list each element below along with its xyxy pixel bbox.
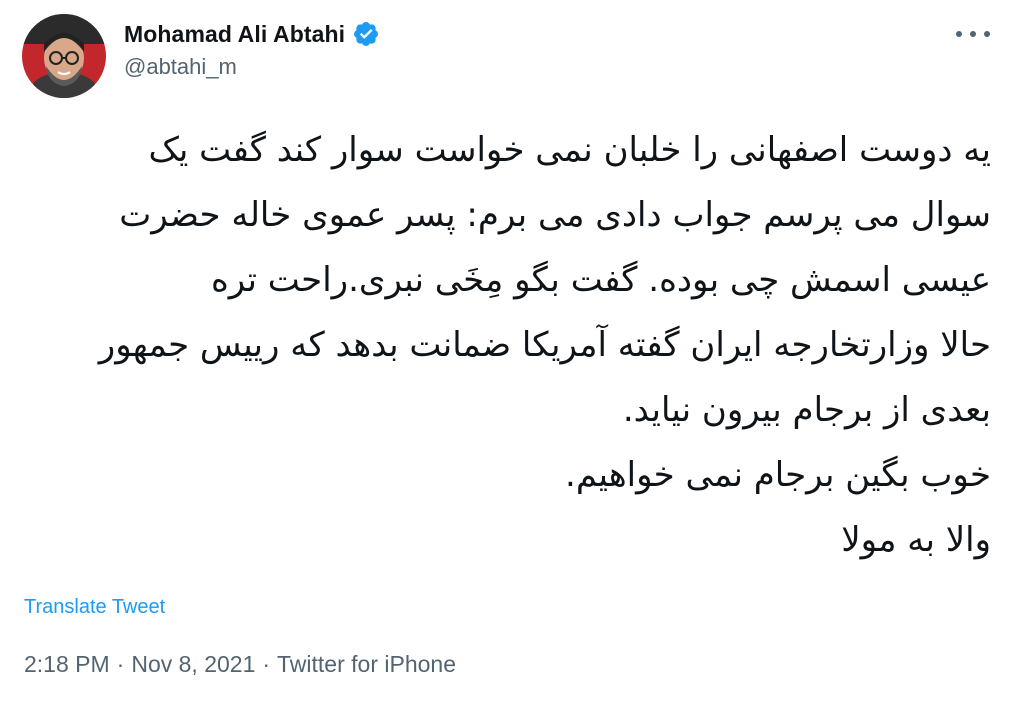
tweet-time[interactable]: 2:18 PM: [24, 651, 110, 677]
translate-tweet-link[interactable]: Translate Tweet: [24, 596, 165, 619]
tweet-line: سوال می پرسم جواب دادی می برم: پسر عموی …: [119, 195, 991, 235]
more-options-icon[interactable]: [956, 23, 990, 45]
dot: [970, 31, 976, 37]
tweet-text: یه دوست اصفهانی را خلبان نمی خواست سوار …: [16, 118, 991, 573]
tweet-line: والا به مولا: [841, 520, 991, 560]
avatar[interactable]: [22, 14, 106, 98]
tweet-line: عیسی اسمش چی بوده. گفت بگو مِخَی نبری.را…: [210, 260, 991, 300]
tweet-line: یه دوست اصفهانی را خلبان نمی خواست سوار …: [148, 130, 991, 170]
author-name-row: Mohamad Ali Abtahi: [124, 18, 380, 50]
verified-badge-icon: [352, 20, 380, 48]
dot: [956, 31, 962, 37]
author-display-name[interactable]: Mohamad Ali Abtahi: [124, 21, 345, 48]
tweet-line: حالا وزارتخارجه ایران گفته آمریکا ضمانت …: [98, 325, 991, 365]
avatar-photo-icon: [22, 14, 106, 98]
tweet-source[interactable]: Twitter for iPhone: [277, 651, 456, 677]
separator: ·: [262, 651, 271, 677]
tweet-date[interactable]: Nov 8, 2021: [131, 651, 255, 677]
tweet-line: بعدی از برجام بیرون نیاید.: [622, 390, 991, 430]
separator: ·: [116, 651, 125, 677]
tweet-line: خوب بگین برجام نمی خواهیم.: [565, 455, 991, 495]
author-handle[interactable]: @abtahi_m: [124, 54, 237, 80]
dot: [984, 31, 990, 37]
tweet-metadata: 2:18 PM · Nov 8, 2021 · Twitter for iPhone: [24, 651, 456, 678]
